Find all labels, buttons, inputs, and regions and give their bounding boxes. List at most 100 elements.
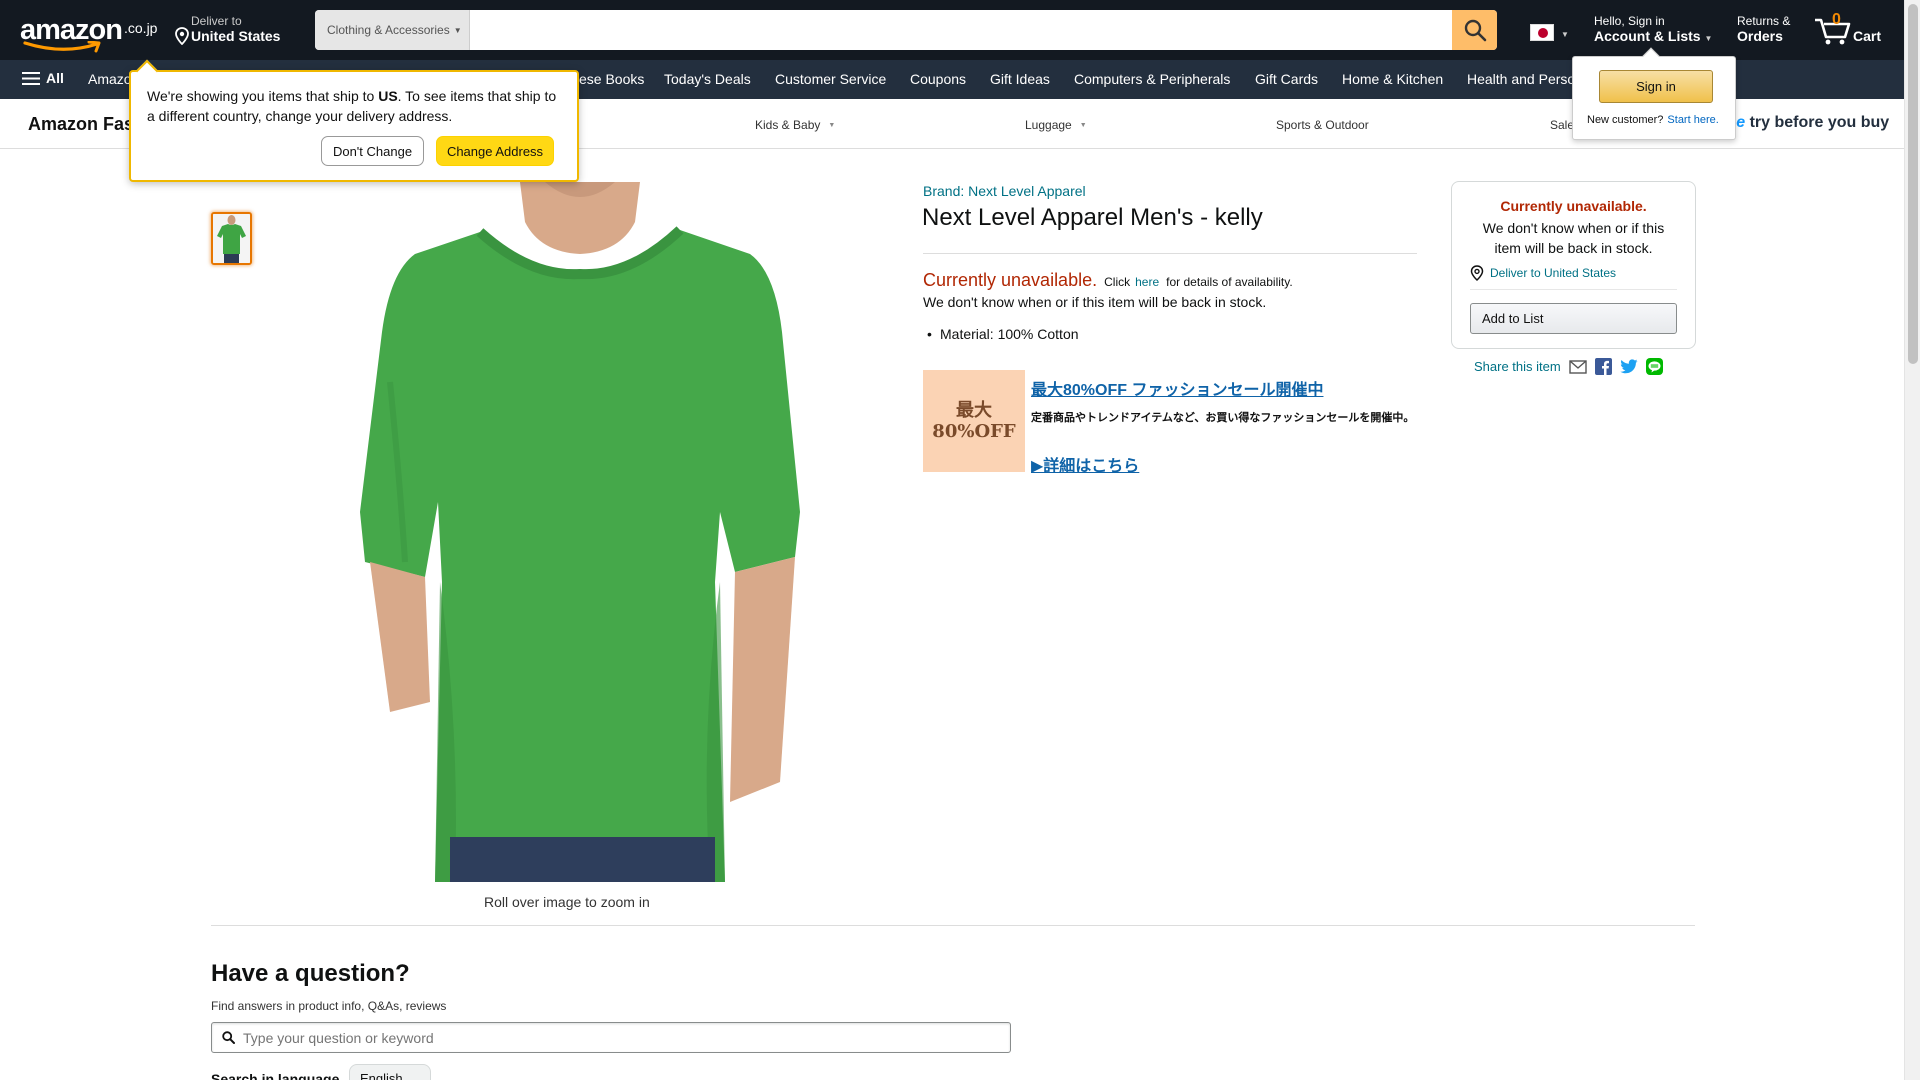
change-address-button[interactable]: Change Address [436,136,554,166]
sign-in-button[interactable]: Sign in [1599,70,1713,103]
promo-details-link[interactable]: ▶詳細はこちら [1031,452,1139,476]
subnav-item-health[interactable]: Health and Perso [1467,71,1575,87]
promo-description: 定番商品やトレンドアイテムなど、お買い得なファッションセールを開催中。 [1031,412,1415,424]
share-row: Share this item [1474,358,1663,375]
product-title: Next Level Apparel Men's - kelly [922,204,1263,231]
popover-message-country: US [378,88,398,104]
prime-try-before-you-buy[interactable]: me try before you buy [1722,114,1889,132]
availability-status: Currently unavailable. Click here for de… [923,270,1293,291]
availability-label: Currently unavailable. [923,270,1098,290]
buybox-availability-note: We don't know when or if this item will … [1482,220,1665,256]
availability-details-text: for details of availability. [1166,275,1293,289]
search-input[interactable] [470,10,1452,50]
new-customer-label: New customer? [1587,114,1664,126]
facebook-icon[interactable] [1594,358,1612,375]
search-icon [1464,19,1486,42]
store-category-kids-baby[interactable]: Kids & Baby ▼ [755,118,835,132]
tshirt-product-image [360,182,800,882]
subnav-item-gift-cards[interactable]: Gift Cards [1255,71,1318,87]
email-icon[interactable] [1569,359,1587,374]
top-navigation-bar: amazon .co.jp Deliver to United States C… [0,0,1904,60]
subnav-item-books[interactable]: ese Books [579,71,644,87]
search-icon [222,1031,235,1044]
smile-icon [23,41,101,53]
promo-banner[interactable]: 最大 80%OFF 最大80%OFF ファッションセール開催中 定番商品やトレン… [923,370,1417,476]
all-menu-button[interactable]: All [22,70,64,86]
search-language-value: English [360,1071,403,1080]
cart-count: 0 [1832,11,1841,28]
product-thumbnail[interactable] [211,212,252,265]
deliver-label: Deliver to [191,14,242,28]
popover-message: We're showing you items that ship to US.… [147,86,567,126]
start-here-link[interactable]: Start here. [1667,114,1718,126]
qa-subheading: Find answers in product info, Q&As, revi… [211,999,447,1013]
dont-change-button[interactable]: Don't Change [321,136,424,166]
returns-label: Returns & [1737,14,1791,28]
chevron-down-icon: ▼ [828,122,836,129]
returns-orders-button[interactable]: Returns & Orders [1737,14,1790,44]
scrollbar-thumb[interactable] [1908,4,1918,364]
availability-click-text: Click [1104,275,1131,289]
buy-box: Currently unavailable. We don't know whe… [1451,181,1696,349]
feature-bullet: Material: 100% Cotton [927,326,1078,342]
orders-label: Orders [1737,28,1783,44]
store-category-sports-outdoor[interactable]: Sports & Outdoor [1276,118,1369,132]
store-category-label: Sale [1550,118,1575,132]
search-button[interactable] [1452,10,1497,50]
brand-link[interactable]: Brand: Next Level Apparel [923,183,1086,199]
store-category-label: Kids & Baby [755,118,821,132]
signin-flyout: Sign in New customer? Start here. [1572,47,1736,140]
account-lists-button[interactable]: Hello, Sign in Account & Lists ▼ [1594,14,1712,44]
divider [923,253,1417,254]
store-category-sale[interactable]: Sale [1550,118,1574,132]
account-lists-label: Account & Lists [1594,28,1701,44]
chevron-down-icon: ▼ [1704,34,1713,43]
search-category-dropdown[interactable]: Clothing & Accessories ▼ [315,10,470,50]
subnav-item-amazon[interactable]: Amazo [88,71,132,87]
qa-heading: Have a question? [211,960,410,987]
language-flag-icon[interactable] [1530,24,1554,41]
popover-message-start: We're showing you items that ship to [147,88,379,104]
qa-search-input[interactable] [243,1029,1010,1046]
store-category-luggage[interactable]: Luggage ▼ [1025,118,1087,132]
buybox-deliver-label: Deliver to United States [1490,266,1617,280]
cart-label: Cart [1853,28,1882,44]
promo-headline-link[interactable]: 最大80%OFF ファッションセール開催中 [1031,376,1323,400]
prime-text: try before you buy [1749,114,1890,131]
search-bar: Clothing & Accessories ▼ [315,10,1497,50]
account-lists-wrap: Account & Lists ▼ [1594,28,1712,44]
product-main-image[interactable] [330,182,810,882]
store-title[interactable]: Amazon Fas [28,114,134,135]
add-to-list-button[interactable]: Add to List [1470,303,1677,334]
qa-search-box[interactable] [211,1022,1011,1053]
delivery-address-popover: We're showing you items that ship to US.… [129,59,579,182]
subnav-item-coupons[interactable]: Coupons [910,71,966,87]
chevron-down-icon: ▼ [1079,122,1087,129]
twitter-icon[interactable] [1620,359,1638,374]
subnav-item-computers[interactable]: Computers & Peripherals [1074,71,1230,87]
chevron-down-icon[interactable]: ▼ [1561,30,1569,39]
buybox-deliver-link[interactable]: Deliver to United States [1470,265,1616,281]
line-icon[interactable] [1645,358,1663,375]
hamburger-menu-icon [22,71,40,85]
page-scrollbar[interactable] [1904,0,1920,1080]
amazon-logo[interactable]: amazon .co.jp [20,14,158,53]
availability-details-link[interactable]: here [1135,275,1159,289]
subnav-item-gift-ideas[interactable]: Gift Ideas [990,71,1050,87]
deliver-to-button[interactable]: Deliver to United States [175,14,280,45]
subnav-item-customer-service[interactable]: Customer Service [775,71,886,87]
search-language-label: Search in language [211,1071,340,1080]
share-label[interactable]: Share this item [1474,359,1561,374]
promo-badge-image[interactable]: 最大 80%OFF [923,370,1025,472]
new-customer-row: New customer? Start here. [1587,114,1719,126]
location-pin-icon [175,27,189,45]
search-category-label: Clothing & Accessories [327,23,450,37]
cart-button[interactable]: 0 Cart [1813,11,1883,48]
subnav-item-home-kitchen[interactable]: Home & Kitchen [1342,71,1443,87]
zoom-hint: Roll over image to zoom in [484,894,650,910]
buybox-availability: Currently unavailable. [1500,198,1647,214]
logo-tld: .co.jp [124,20,158,36]
divider [1470,289,1677,290]
subnav-item-todays-deals[interactable]: Today's Deals [664,71,751,87]
search-language-select[interactable]: English ▼ [349,1064,431,1080]
